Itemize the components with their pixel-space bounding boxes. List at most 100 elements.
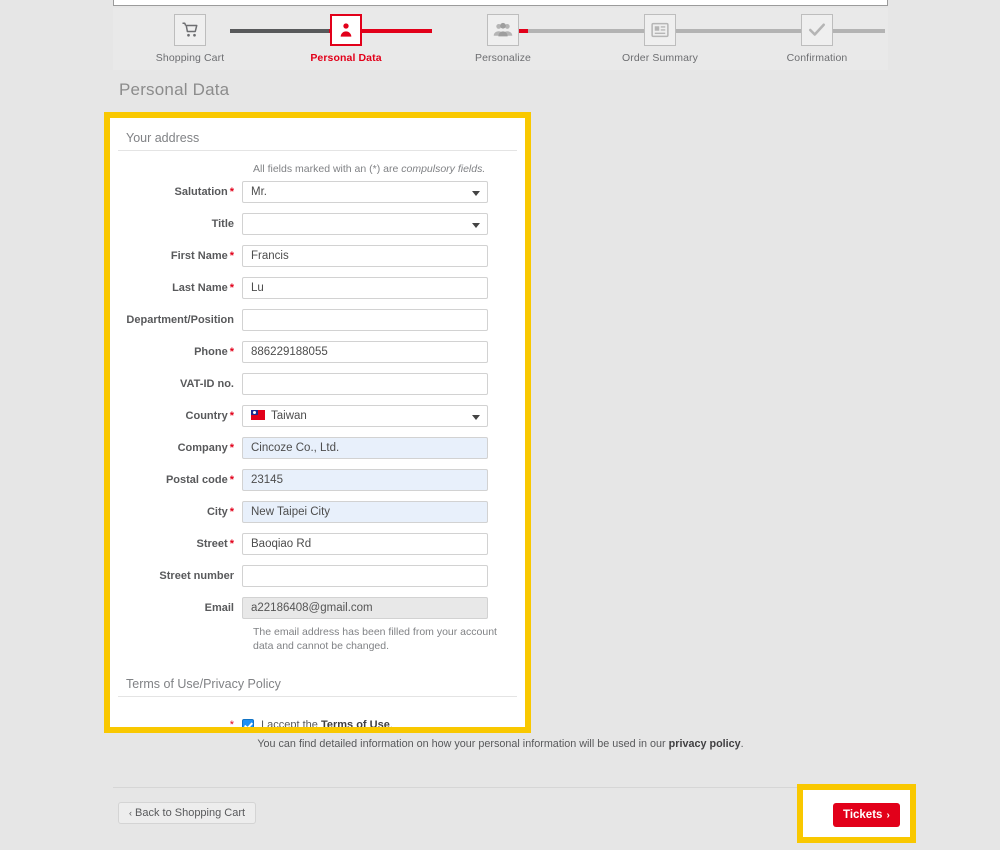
required-asterisk: * xyxy=(229,282,234,294)
country-value: Taiwan xyxy=(271,410,307,422)
chevron-down-icon xyxy=(472,191,480,196)
terms-accept-row: * I accept the Terms of Use. xyxy=(110,719,525,731)
field-row-department-position: Department/Position xyxy=(110,309,525,333)
label-last-name: Last Name * xyxy=(110,277,242,299)
label-salutation: Salutation * xyxy=(110,181,242,203)
section-title-terms: Terms of Use/Privacy Policy xyxy=(118,671,517,697)
label-postal-code: Postal code * xyxy=(110,469,242,491)
field-row-city: City * xyxy=(110,501,525,525)
country-select[interactable]: Taiwan xyxy=(242,405,488,427)
label-text: Country xyxy=(185,410,228,422)
label-text: Company xyxy=(177,442,228,454)
label-country: Country * xyxy=(110,405,242,427)
control-postal-code xyxy=(242,469,488,491)
field-row-phone: Phone * xyxy=(110,341,525,365)
street-number-input[interactable] xyxy=(242,565,488,587)
step-confirmation[interactable]: Confirmation xyxy=(757,14,877,64)
required-asterisk: * xyxy=(229,346,234,358)
city-input[interactable] xyxy=(242,501,488,523)
terms-of-use-link[interactable]: Terms of Use xyxy=(321,719,390,727)
chevron-down-icon xyxy=(472,415,480,420)
control-salutation: Mr. xyxy=(242,181,488,203)
required-asterisk: * xyxy=(229,474,234,486)
control-title xyxy=(242,213,488,235)
field-row-postal-code: Postal code * xyxy=(110,469,525,493)
field-row-street: Street * xyxy=(110,533,525,557)
chevron-down-icon xyxy=(472,223,480,228)
back-button-label: Back to Shopping Cart xyxy=(135,807,246,819)
salutation-select[interactable]: Mr. xyxy=(242,181,488,203)
label-text: Last Name xyxy=(172,282,228,294)
first-name-input[interactable] xyxy=(242,245,488,267)
label-text: Email xyxy=(204,602,234,614)
control-department-position xyxy=(242,309,488,331)
label-department-position: Department/Position xyxy=(110,309,242,331)
phone-input[interactable] xyxy=(242,341,488,363)
field-row-street-number: Street number xyxy=(110,565,525,589)
shopping-cart-icon xyxy=(174,14,206,46)
label-text: Title xyxy=(211,218,234,230)
privacy-policy-link[interactable]: privacy policy xyxy=(669,738,741,750)
label-company: Company * xyxy=(110,437,242,459)
step-list: Shopping Cart Personal Data Personalize … xyxy=(113,8,888,70)
check-icon xyxy=(801,14,833,46)
label-street: Street * xyxy=(110,533,242,555)
step-shopping-cart[interactable]: Shopping Cart xyxy=(130,14,250,64)
document-list-icon xyxy=(644,14,676,46)
label-text: Postal code xyxy=(165,474,228,486)
back-to-shopping-cart-button[interactable]: ‹ Back to Shopping Cart xyxy=(118,802,257,824)
terms-required-asterisk: * xyxy=(229,719,234,731)
required-asterisk: * xyxy=(229,250,234,262)
page-title-band: Personal Data xyxy=(113,70,888,112)
required-asterisk: * xyxy=(229,506,234,518)
label-street-number: Street number xyxy=(110,565,242,587)
compulsory-fields-hint: All fields marked with an (*) are compul… xyxy=(253,163,525,175)
control-country: Taiwan xyxy=(242,405,488,427)
control-street-number xyxy=(242,565,488,587)
step-order-summary[interactable]: Order Summary xyxy=(600,14,720,64)
field-row-title: Title xyxy=(110,213,525,237)
field-row-first-name: First Name * xyxy=(110,245,525,269)
step-label: Personalize xyxy=(475,52,531,64)
person-icon xyxy=(330,14,362,46)
accept-suffix: . xyxy=(389,719,393,731)
last-name-input[interactable] xyxy=(242,277,488,299)
tickets-button-highlight: Tickets › xyxy=(797,784,916,843)
accept-terms-checkbox[interactable] xyxy=(242,719,254,727)
control-city xyxy=(242,501,488,523)
vat-id-input[interactable] xyxy=(242,373,488,395)
label-phone: Phone * xyxy=(110,341,242,363)
tickets-next-button[interactable]: Tickets › xyxy=(833,803,900,827)
required-asterisk: * xyxy=(229,410,234,422)
email-input xyxy=(242,597,488,619)
company-input[interactable] xyxy=(242,437,488,459)
step-personalize[interactable]: Personalize xyxy=(443,14,563,64)
privacy-suffix: . xyxy=(740,738,744,750)
taiwan-flag-icon xyxy=(251,409,265,420)
salutation-value: Mr. xyxy=(251,186,267,198)
people-group-icon xyxy=(487,14,519,46)
street-input[interactable] xyxy=(242,533,488,555)
step-personal-data[interactable]: Personal Data xyxy=(286,14,406,64)
label-first-name: First Name * xyxy=(110,245,242,267)
privacy-policy-note: You can find detailed information on how… xyxy=(113,738,888,750)
required-asterisk: * xyxy=(229,442,234,454)
page-top-chrome xyxy=(113,0,888,6)
label-vat-id: VAT-ID no. xyxy=(110,373,242,395)
label-text: First Name xyxy=(170,250,228,262)
control-phone xyxy=(242,341,488,363)
accept-terms-label: I accept the Terms of Use. xyxy=(261,719,393,731)
hint-italic: compulsory fields. xyxy=(401,163,486,175)
step-label: Order Summary xyxy=(622,52,698,64)
postal-code-input[interactable] xyxy=(242,469,488,491)
control-last-name xyxy=(242,277,488,299)
hint-prefix: All fields marked with an (*) are xyxy=(253,163,402,175)
tickets-button-label: Tickets xyxy=(843,809,883,821)
label-email: Email xyxy=(110,597,242,619)
title-select[interactable] xyxy=(242,213,488,235)
section-title-your-address: Your address xyxy=(118,123,517,151)
label-text: Phone xyxy=(194,346,228,358)
department-position-input[interactable] xyxy=(242,309,488,331)
personal-data-form: Your address All fields marked with an (… xyxy=(110,118,525,731)
connector-summary-to-confirmation xyxy=(685,29,885,33)
